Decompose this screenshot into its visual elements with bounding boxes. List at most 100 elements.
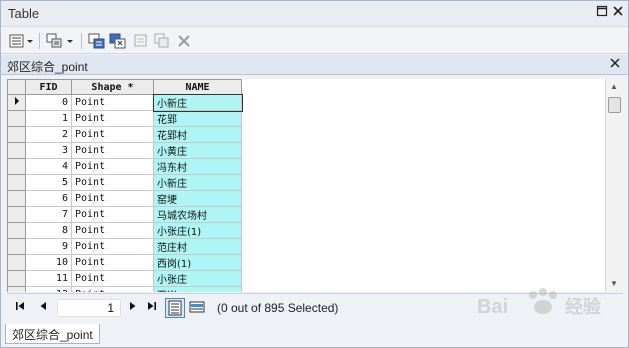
table-row[interactable]: 3 Point 小黄庄: [7, 142, 242, 159]
cell-fid[interactable]: 3: [25, 142, 72, 159]
cell-name[interactable]: 小张庄: [153, 270, 242, 287]
cell-fid[interactable]: 11: [25, 270, 72, 287]
cell-fid[interactable]: 6: [25, 190, 72, 207]
cell-name[interactable]: 小黄庄: [153, 142, 242, 159]
row-selector[interactable]: [7, 254, 26, 271]
cell-shape[interactable]: Point: [71, 158, 154, 175]
row-selector[interactable]: [7, 270, 26, 287]
row-selector[interactable]: [7, 206, 26, 223]
cell-fid[interactable]: 12: [25, 286, 72, 292]
svg-text:Bai: Bai: [477, 296, 508, 318]
row-selector[interactable]: [7, 286, 26, 292]
row-selector[interactable]: [7, 110, 26, 127]
cell-shape[interactable]: Point: [71, 222, 154, 239]
row-selector[interactable]: [7, 158, 26, 175]
column-header-shape[interactable]: Shape *: [71, 79, 154, 95]
title-bar: Table: [1, 1, 628, 27]
cell-shape[interactable]: Point: [71, 270, 154, 287]
cell-shape[interactable]: Point: [71, 190, 154, 207]
close-table-icon[interactable]: [610, 57, 620, 71]
cell-fid[interactable]: 2: [25, 126, 72, 143]
table-row[interactable]: 6 Point 窑埂: [7, 190, 242, 207]
vertical-scrollbar[interactable]: ▲ ▼: [605, 79, 623, 292]
row-selector[interactable]: [7, 94, 26, 111]
related-tables-button[interactable]: [46, 32, 76, 50]
row-selector[interactable]: [7, 126, 26, 143]
cell-name[interactable]: 花郢村: [153, 126, 242, 143]
table-row[interactable]: 8 Point 小张庄(1): [7, 222, 242, 239]
cell-name[interactable]: 西岗: [153, 286, 242, 292]
attribute-table: FID Shape * NAME 0 Point 小新庄 1 Point 花郢 2 Point…: [7, 79, 243, 292]
row-selector[interactable]: [7, 190, 26, 207]
cell-name[interactable]: 小新庄: [153, 174, 242, 191]
table-row[interactable]: 9 Point 范庄村: [7, 238, 242, 255]
row-selector[interactable]: [7, 238, 26, 255]
previous-record-icon[interactable]: [39, 301, 47, 314]
cell-shape[interactable]: Point: [71, 206, 154, 223]
column-header-name[interactable]: NAME: [153, 79, 242, 95]
switch-selection-button[interactable]: [109, 32, 127, 50]
cell-shape[interactable]: Point: [71, 286, 154, 292]
scroll-up-icon[interactable]: ▲: [610, 82, 618, 91]
switch-selection-icon: [109, 33, 126, 49]
table-row[interactable]: 0 Point 小新庄: [7, 93, 243, 112]
cell-fid[interactable]: 8: [25, 222, 72, 239]
cell-shape[interactable]: Point: [71, 110, 154, 127]
cell-shape[interactable]: Point: [71, 238, 154, 255]
last-record-icon[interactable]: [147, 301, 157, 314]
cell-fid[interactable]: 0: [25, 94, 72, 111]
show-all-records-button[interactable]: [165, 298, 185, 318]
column-header-fid[interactable]: FID: [25, 79, 72, 95]
cell-fid[interactable]: 1: [25, 110, 72, 127]
current-record-input[interactable]: 1: [57, 299, 121, 317]
cell-shape[interactable]: Point: [71, 142, 154, 159]
row-selector-header[interactable]: [7, 79, 26, 95]
table-row[interactable]: 5 Point 小新庄: [7, 174, 242, 191]
cell-shape[interactable]: Point: [71, 126, 154, 143]
bottom-tab-table[interactable]: 郊区综合_point: [5, 324, 100, 344]
cell-name[interactable]: 窑埂: [153, 190, 242, 207]
table-row[interactable]: 2 Point 花郢村: [7, 126, 242, 143]
table-row[interactable]: 1 Point 花郢: [7, 110, 242, 127]
cell-name[interactable]: 小张庄(1): [153, 222, 242, 239]
table-row[interactable]: 10 Point 西岗(1): [7, 254, 242, 271]
delete-icon: [178, 35, 190, 47]
cell-fid[interactable]: 9: [25, 238, 72, 255]
table-row[interactable]: 12Point西岗: [7, 286, 242, 292]
cell-shape[interactable]: Point: [71, 254, 154, 271]
table-row[interactable]: 4 Point 冯东村: [7, 158, 242, 175]
close-window-icon[interactable]: [611, 5, 625, 19]
cell-shape[interactable]: Point: [71, 94, 154, 111]
selection-status: (0 out of 895 Selected): [217, 301, 339, 315]
window-title: Table: [8, 6, 40, 21]
cell-fid[interactable]: 10: [25, 254, 72, 271]
select-by-attributes-button[interactable]: [88, 32, 106, 50]
row-selector[interactable]: [7, 142, 26, 159]
cell-name[interactable]: 小新庄: [152, 93, 243, 112]
cell-fid[interactable]: 4: [25, 158, 72, 175]
svg-text:经验: 经验: [565, 296, 602, 317]
cell-name[interactable]: 冯东村: [153, 158, 242, 175]
first-record-icon[interactable]: [15, 301, 25, 314]
cell-name[interactable]: 范庄村: [153, 238, 242, 255]
cell-fid[interactable]: 5: [25, 174, 72, 191]
table-options-icon: [9, 34, 33, 48]
cell-name[interactable]: 花郢: [153, 110, 242, 127]
cell-fid[interactable]: 7: [25, 206, 72, 223]
row-selector[interactable]: [7, 174, 26, 191]
scroll-thumb[interactable]: [608, 97, 621, 113]
table-row[interactable]: 7 Point 马城农场村: [7, 206, 242, 223]
attribute-grid: FID Shape * NAME 0 Point 小新庄 1 Point 花郢 2 Point…: [7, 79, 605, 292]
table-options-button[interactable]: [9, 32, 35, 50]
show-selected-records-button[interactable]: [187, 298, 207, 318]
cell-name[interactable]: 马城农场村: [153, 206, 242, 223]
cell-name[interactable]: 西岗(1): [153, 254, 242, 271]
delete-selected-button[interactable]: [177, 32, 191, 50]
next-record-icon[interactable]: [129, 301, 137, 314]
row-selector[interactable]: [7, 222, 26, 239]
cell-shape[interactable]: Point: [71, 174, 154, 191]
clear-selection-button[interactable]: [133, 32, 149, 50]
table-row[interactable]: 11 Point 小张庄: [7, 270, 242, 287]
zoom-to-selected-button[interactable]: [154, 32, 170, 50]
maximize-icon[interactable]: [595, 5, 609, 19]
